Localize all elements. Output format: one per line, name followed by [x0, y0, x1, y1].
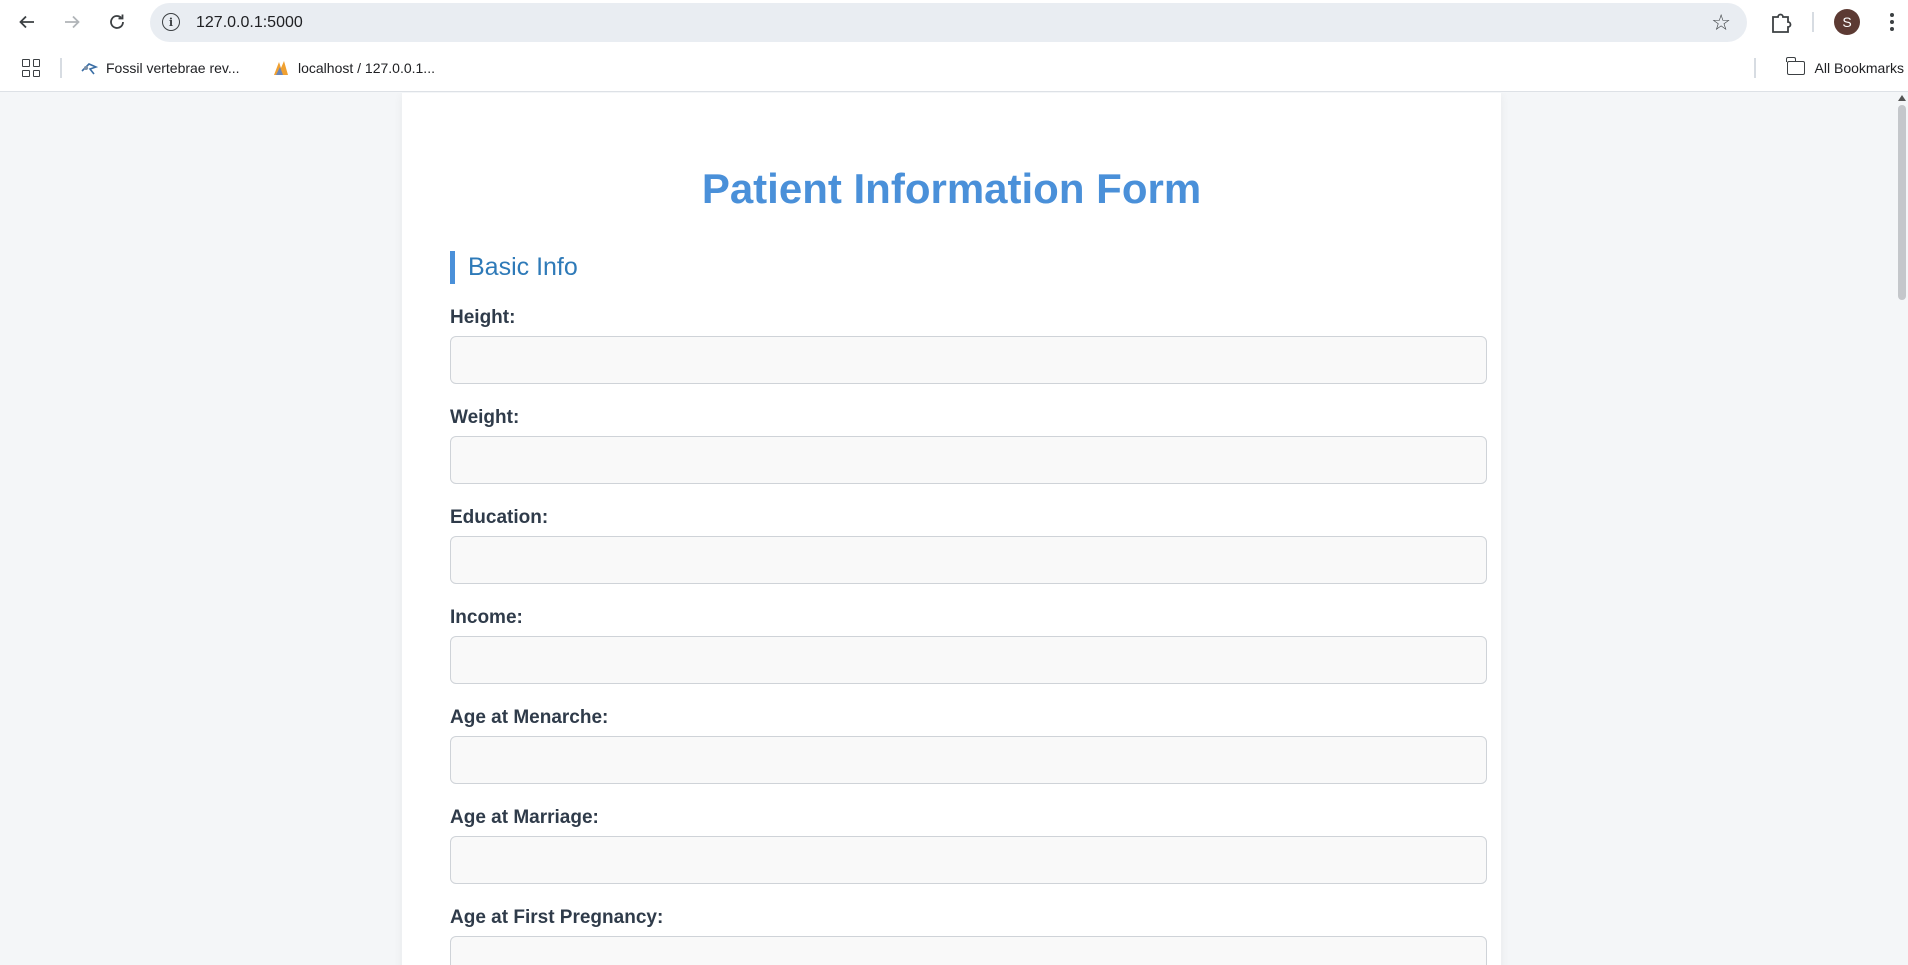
bookmark-item-fossil[interactable]: Fossil vertebrae rev...	[80, 57, 240, 79]
apps-grid-icon[interactable]	[22, 59, 40, 77]
arrow-right-icon	[65, 15, 80, 29]
folder-icon	[1785, 57, 1805, 75]
form-card: Patient Information Form Basic Info Heig…	[402, 93, 1501, 965]
height-input[interactable]	[450, 336, 1487, 384]
education-input[interactable]	[450, 536, 1487, 584]
bookmarks-divider	[60, 58, 62, 78]
bookmarks-divider-right	[1754, 58, 1756, 78]
address-bar[interactable]: i 127.0.0.1:5000 ☆	[150, 3, 1747, 42]
puzzle-icon	[1772, 13, 1792, 33]
back-button[interactable]	[11, 6, 43, 38]
extensions-button[interactable]	[1767, 8, 1795, 36]
page-title: Patient Information Form	[701, 165, 1202, 212]
height-label: Height:	[450, 307, 516, 328]
bookmarks-bar: Fossil vertebrae rev... localhost / 127.…	[0, 44, 1908, 92]
age-at-menarche-input[interactable]	[450, 736, 1487, 784]
age-at-marriage-input[interactable]	[450, 836, 1487, 884]
address-url[interactable]: 127.0.0.1:5000	[196, 14, 303, 32]
phpmyadmin-favicon-icon	[274, 61, 288, 75]
bookmark-item-localhost[interactable]: localhost / 127.0.0.1...	[272, 57, 435, 79]
browser-toolbar: i 127.0.0.1:5000 ☆ S	[0, 0, 1908, 44]
age-at-menarche-label: Age at Menarche:	[450, 707, 609, 728]
reload-button[interactable]	[101, 6, 133, 38]
page-viewport: Patient Information Form Basic Info Heig…	[0, 93, 1908, 965]
income-label: Income:	[450, 607, 523, 628]
site-info-icon[interactable]: i	[162, 13, 180, 31]
browser-menu-icon[interactable]	[1884, 8, 1900, 36]
forward-button[interactable]	[56, 6, 88, 38]
all-bookmarks-label: All Bookmarks	[1814, 60, 1904, 76]
education-label: Education:	[450, 507, 549, 528]
scroll-up-icon[interactable]	[1898, 95, 1906, 101]
age-at-first-pregnancy-input[interactable]	[450, 936, 1487, 965]
weight-label: Weight:	[450, 407, 520, 428]
page-scrollbar[interactable]	[1896, 93, 1908, 965]
income-input[interactable]	[450, 636, 1487, 684]
fossil-favicon-icon	[81, 63, 98, 75]
arrow-left-icon	[19, 15, 34, 29]
bookmark-label: localhost / 127.0.0.1...	[298, 60, 435, 76]
scrollbar-thumb[interactable]	[1898, 105, 1906, 300]
section-heading-basic-info: Basic Info	[450, 251, 578, 284]
bookmark-star-icon[interactable]: ☆	[1711, 10, 1731, 36]
age-at-first-pregnancy-label: Age at First Pregnancy:	[450, 907, 664, 928]
profile-avatar[interactable]: S	[1834, 9, 1860, 35]
toolbar-divider	[1812, 12, 1814, 32]
reload-icon	[110, 14, 124, 29]
all-bookmarks-button[interactable]: All Bookmarks	[1785, 57, 1904, 79]
bookmark-label: Fossil vertebrae rev...	[106, 60, 240, 76]
weight-input[interactable]	[450, 436, 1487, 484]
age-at-marriage-label: Age at Marriage:	[450, 807, 599, 828]
